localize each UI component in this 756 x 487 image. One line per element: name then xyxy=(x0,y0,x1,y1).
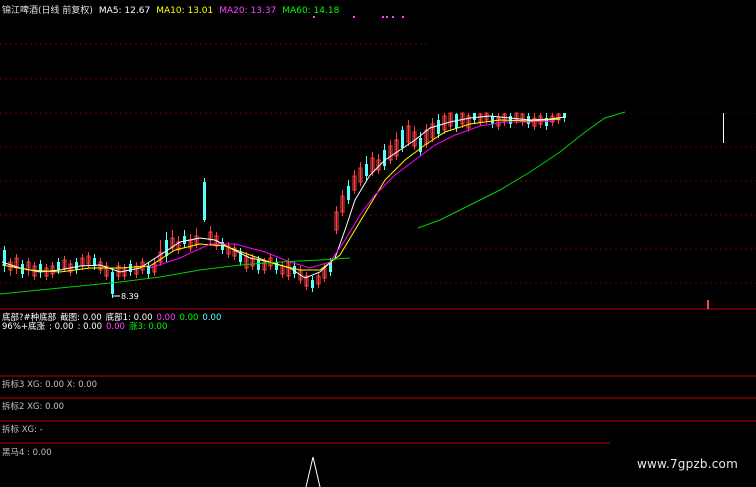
ma5-value: MA5: 12.67 xyxy=(98,6,151,16)
candle-body xyxy=(147,266,150,274)
candle-body xyxy=(401,130,404,148)
candle-body xyxy=(257,260,260,270)
indicator-row2: 96%+底涨: 0.00: 0.00 0.00 涨3: 0.00 xyxy=(2,320,171,332)
kline-chart[interactable] xyxy=(0,0,756,487)
stock-title: 锦江啤酒(日线 前复权) xyxy=(2,6,93,16)
ma60-line-upper xyxy=(417,111,626,229)
moving-averages xyxy=(0,111,626,295)
candle-body xyxy=(129,264,132,272)
candle-body xyxy=(419,138,422,152)
ma60-value: MA60: 14.18 xyxy=(282,6,340,16)
indicator2-v4: 涨3: 0.00 xyxy=(128,322,168,332)
signal-marker xyxy=(386,16,388,18)
panel-label-1: 拆标3 XG: 0.00 X: 0.00 xyxy=(2,380,98,390)
signal-marker xyxy=(313,16,315,18)
volume-bar xyxy=(707,300,709,309)
indicator-v4: 0.00 xyxy=(179,313,199,323)
candle-body xyxy=(183,236,186,244)
panel-label-2: 拆标2 XG: 0.00 xyxy=(2,402,65,412)
indicator2-v3: 0.00 xyxy=(106,322,125,332)
chart-header: 锦江啤酒(日线 前复权) MA5: 12.67 MA10: 13.01 MA20: 1… xyxy=(2,3,345,16)
candle-body xyxy=(311,280,314,288)
price-bar-right xyxy=(723,113,724,143)
candle-body xyxy=(365,164,368,176)
candle-body xyxy=(57,262,60,270)
low-price-label: 8.39 xyxy=(121,292,139,301)
candle-body xyxy=(165,240,168,256)
indicator2-v1: : 0.00 xyxy=(49,322,74,332)
candle-body xyxy=(491,116,494,124)
ma20-value: MA20: 13.37 xyxy=(219,6,277,16)
indicator2-name: 96%+底涨 xyxy=(2,322,46,332)
indicator2-v2: : 0.00 xyxy=(77,322,103,332)
panel-label-3: 拆标 XG: - xyxy=(2,425,43,435)
candle-body xyxy=(473,113,476,120)
candle-body xyxy=(203,182,206,220)
indicator-v5: 0.00 xyxy=(202,313,222,323)
candle-body xyxy=(437,120,440,134)
signal-marker xyxy=(353,16,355,18)
signal-marker xyxy=(392,16,394,18)
ma10-value: MA10: 13.01 xyxy=(156,6,214,16)
signal-marker xyxy=(382,16,384,18)
candle-body xyxy=(383,150,386,166)
panel-label-4: 黑马4 : 0.00 xyxy=(2,448,52,458)
watermark: www.7gpzb.com xyxy=(637,457,738,471)
signal-marker xyxy=(402,16,404,18)
ma5-line xyxy=(1,115,566,279)
indicator-spike xyxy=(305,456,321,487)
candle-body xyxy=(347,186,350,200)
